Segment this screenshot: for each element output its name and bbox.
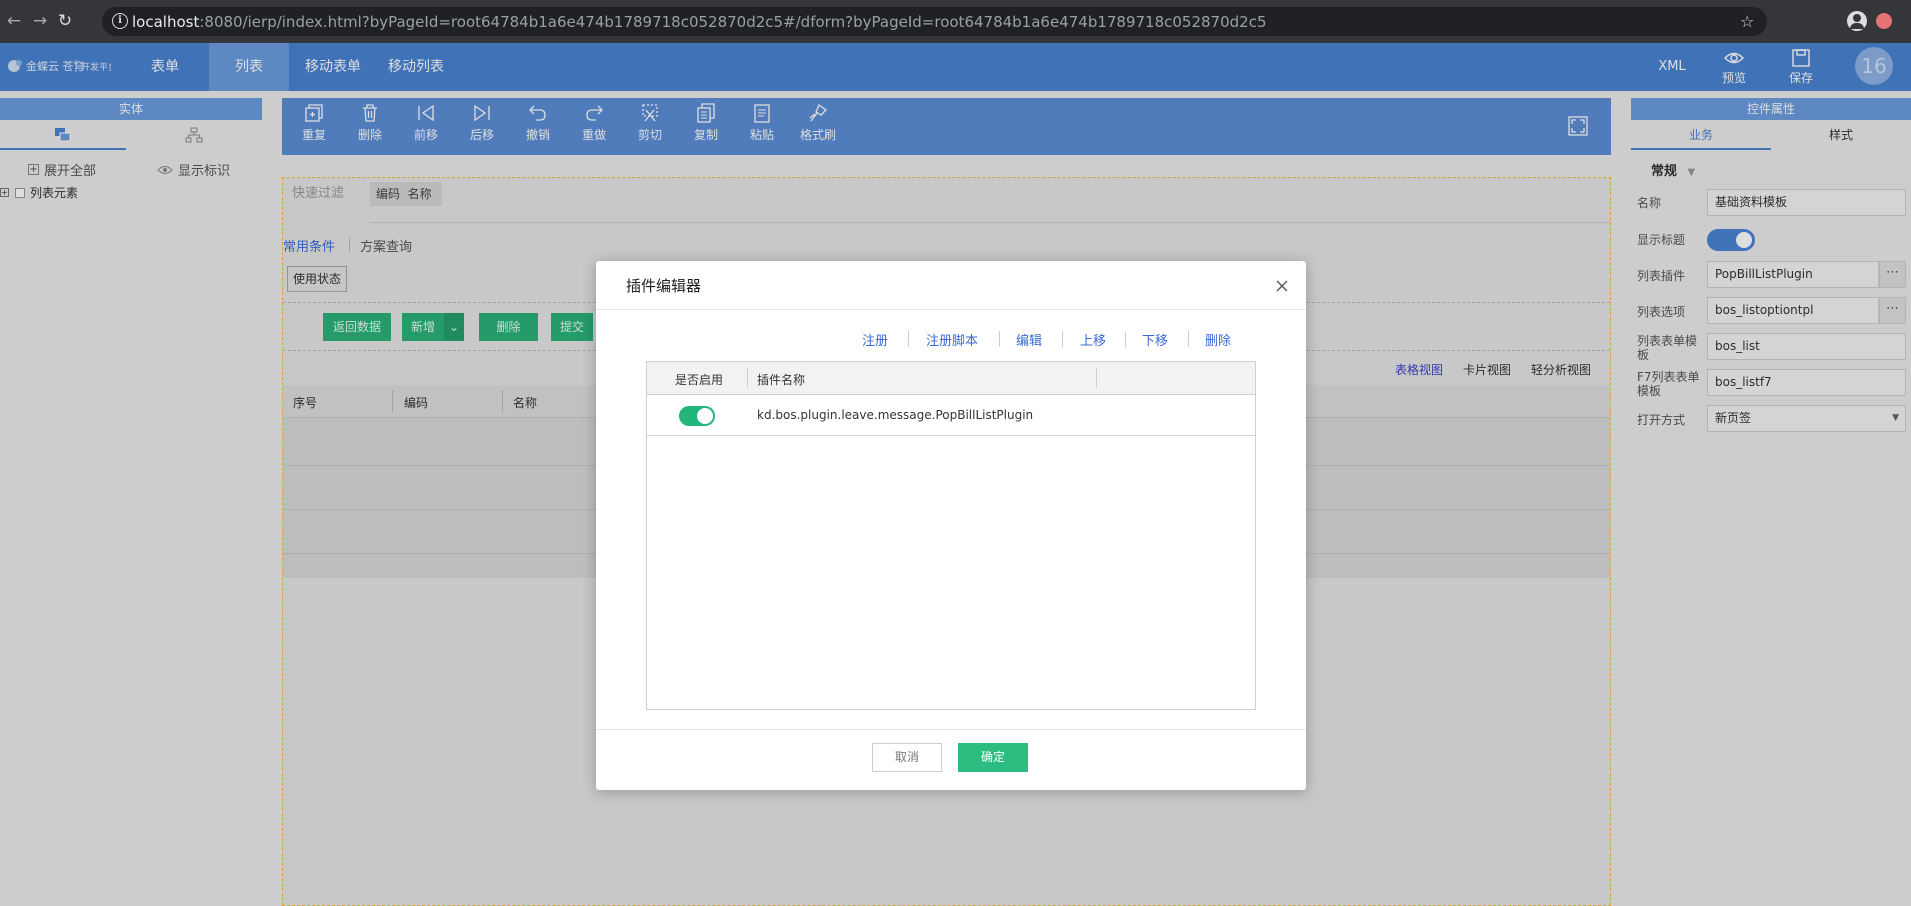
site-info-icon[interactable]: i <box>112 13 128 29</box>
plugin-name-cell: kd.bos.plugin.leave.message.PopBillListP… <box>757 408 1034 422</box>
move-down-link[interactable]: 下移 <box>1142 330 1168 349</box>
back-icon[interactable]: ← <box>4 11 24 31</box>
move-up-link[interactable]: 上移 <box>1080 330 1106 349</box>
dialog-title: 插件编辑器 <box>626 277 702 295</box>
browser-toolbar: ← → ↻ i localhost:8080/ierp/index.html?b… <box>0 0 1911 43</box>
plugin-enabled-toggle[interactable] <box>679 406 715 426</box>
delete-link[interactable]: 删除 <box>1205 330 1231 349</box>
edit-link[interactable]: 编辑 <box>1016 330 1042 349</box>
bookmark-star-icon[interactable]: ☆ <box>1740 12 1754 31</box>
column-header-plugin-name: 插件名称 <box>757 373 806 387</box>
update-icon[interactable] <box>1876 13 1892 29</box>
confirm-button[interactable]: 确定 <box>958 743 1028 772</box>
address-url: localhost:8080/ierp/index.html?byPageId=… <box>132 13 1267 31</box>
close-icon[interactable] <box>1272 276 1292 296</box>
address-bar[interactable]: i localhost:8080/ierp/index.html?byPageI… <box>102 7 1767 36</box>
register-script-link[interactable]: 注册脚本 <box>926 330 978 349</box>
plugin-table: 是否启用 插件名称 kd.bos.plugin.leave.message.Po… <box>646 361 1256 710</box>
forward-icon[interactable]: → <box>30 11 50 31</box>
reload-icon[interactable]: ↻ <box>55 11 75 31</box>
cancel-button[interactable]: 取消 <box>872 743 942 772</box>
table-row[interactable]: kd.bos.plugin.leave.message.PopBillListP… <box>647 396 1255 436</box>
plugin-editor-dialog: 插件编辑器 注册 注册脚本 编辑 上移 下移 删除 是否启用 插件名称 kd.b… <box>596 261 1306 790</box>
profile-icon[interactable] <box>1847 11 1867 31</box>
column-header-enabled: 是否启用 <box>675 373 724 387</box>
plugin-table-header: 是否启用 插件名称 <box>647 362 1255 395</box>
register-link[interactable]: 注册 <box>862 330 888 349</box>
